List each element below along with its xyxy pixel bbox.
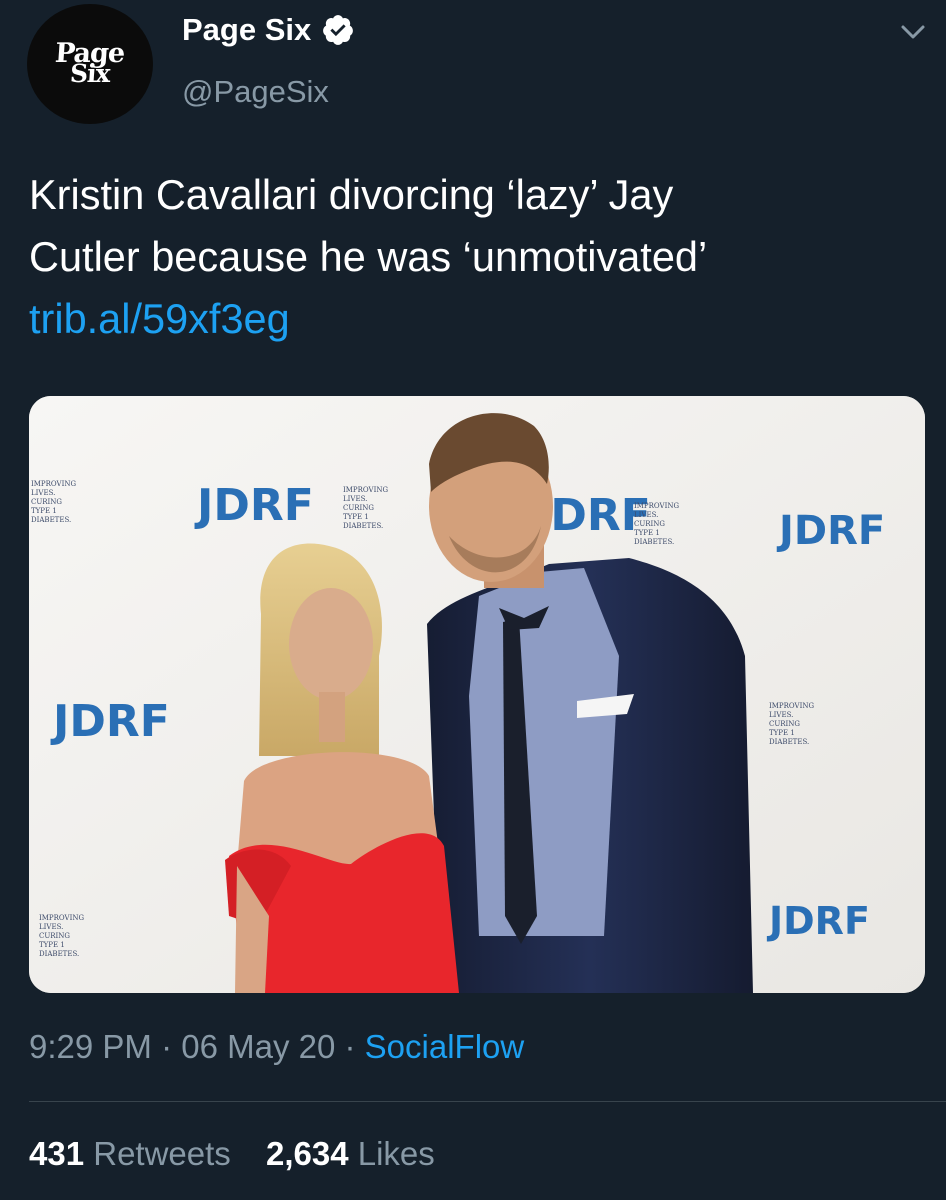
tweet-text-line: Kristin Cavallari divorcing ‘lazy’ Jay	[29, 171, 674, 218]
svg-text:LIVES.: LIVES.	[634, 511, 658, 519]
display-name[interactable]: Page Six	[182, 12, 311, 48]
tweet-time[interactable]: 9:29 PM	[29, 1028, 152, 1065]
svg-text:DIABETES.: DIABETES.	[769, 738, 809, 746]
svg-text:LIVES.: LIVES.	[39, 923, 63, 931]
tweet-link[interactable]: trib.al/59xf3eg	[29, 288, 919, 350]
meta-separator: ·	[335, 1028, 365, 1065]
tweet-text: Kristin Cavallari divorcing ‘lazy’ Jay C…	[29, 164, 919, 350]
svg-text:IMPROVING: IMPROVING	[634, 502, 679, 510]
divider	[29, 1101, 946, 1102]
likes-stat[interactable]: 2,634 Likes	[266, 1135, 435, 1172]
tweet-meta: 9:29 PM · 06 May 20 · SocialFlow	[29, 1028, 524, 1066]
svg-text:TYPE 1: TYPE 1	[769, 729, 795, 737]
tweet-detail: Page Six Page Six @PageSix Kristin Caval…	[0, 0, 946, 1200]
svg-text:TYPE 1: TYPE 1	[31, 507, 57, 515]
avatar[interactable]: Page Six	[27, 4, 153, 124]
tweet-source-link[interactable]: SocialFlow	[365, 1028, 525, 1065]
svg-text:JDRF: JDRF	[50, 696, 170, 747]
chevron-down-icon[interactable]	[898, 20, 928, 44]
retweets-count: 431	[29, 1135, 85, 1172]
photo-illustration: JDRF JDRF JDRF JDRF JDRF IMPROVING LIVES…	[29, 396, 925, 993]
svg-text:CURING: CURING	[31, 498, 62, 506]
svg-text:CURING: CURING	[39, 932, 70, 940]
svg-text:TYPE 1: TYPE 1	[343, 513, 369, 521]
svg-text:DIABETES.: DIABETES.	[634, 538, 674, 546]
svg-text:IMPROVING: IMPROVING	[39, 914, 84, 922]
svg-text:LIVES.: LIVES.	[769, 711, 793, 719]
tweet-media-photo[interactable]: JDRF JDRF JDRF JDRF JDRF IMPROVING LIVES…	[29, 396, 925, 993]
svg-text:IMPROVING: IMPROVING	[769, 702, 814, 710]
likes-count: 2,634	[265, 1135, 349, 1172]
retweets-stat[interactable]: 431 Retweets	[29, 1135, 231, 1172]
svg-text:CURING: CURING	[769, 720, 800, 728]
svg-text:TYPE 1: TYPE 1	[634, 529, 660, 537]
svg-text:JDRF: JDRF	[776, 508, 885, 554]
tweet-text-line: Cutler because he was ‘unmotivated’	[29, 233, 708, 280]
tweet-date[interactable]: 06 May 20	[181, 1028, 335, 1065]
meta-separator: ·	[151, 1028, 182, 1065]
svg-text:CURING: CURING	[343, 504, 374, 512]
svg-text:IMPROVING: IMPROVING	[31, 480, 76, 488]
account-name-row: Page Six	[182, 12, 355, 48]
svg-text:CURING: CURING	[634, 520, 665, 528]
svg-text:DIABETES.: DIABETES.	[31, 516, 71, 524]
svg-text:LIVES.: LIVES.	[31, 489, 55, 497]
retweets-label: Retweets	[93, 1135, 231, 1172]
svg-text:IMPROVING: IMPROVING	[343, 486, 388, 494]
account-handle[interactable]: @PageSix	[182, 74, 329, 110]
verified-badge-icon	[323, 15, 354, 45]
svg-text:TYPE 1: TYPE 1	[39, 941, 65, 949]
svg-text:LIVES.: LIVES.	[343, 495, 367, 503]
svg-text:JDRF: JDRF	[766, 899, 870, 943]
avatar-logo-line-2: Six	[69, 59, 111, 88]
svg-text:DIABETES.: DIABETES.	[343, 522, 383, 530]
svg-text:JDRF: JDRF	[194, 480, 314, 531]
likes-label: Likes	[357, 1135, 435, 1172]
tweet-stats: 431 Retweets 2,634 Likes	[29, 1135, 461, 1173]
svg-text:DIABETES.: DIABETES.	[39, 950, 79, 958]
